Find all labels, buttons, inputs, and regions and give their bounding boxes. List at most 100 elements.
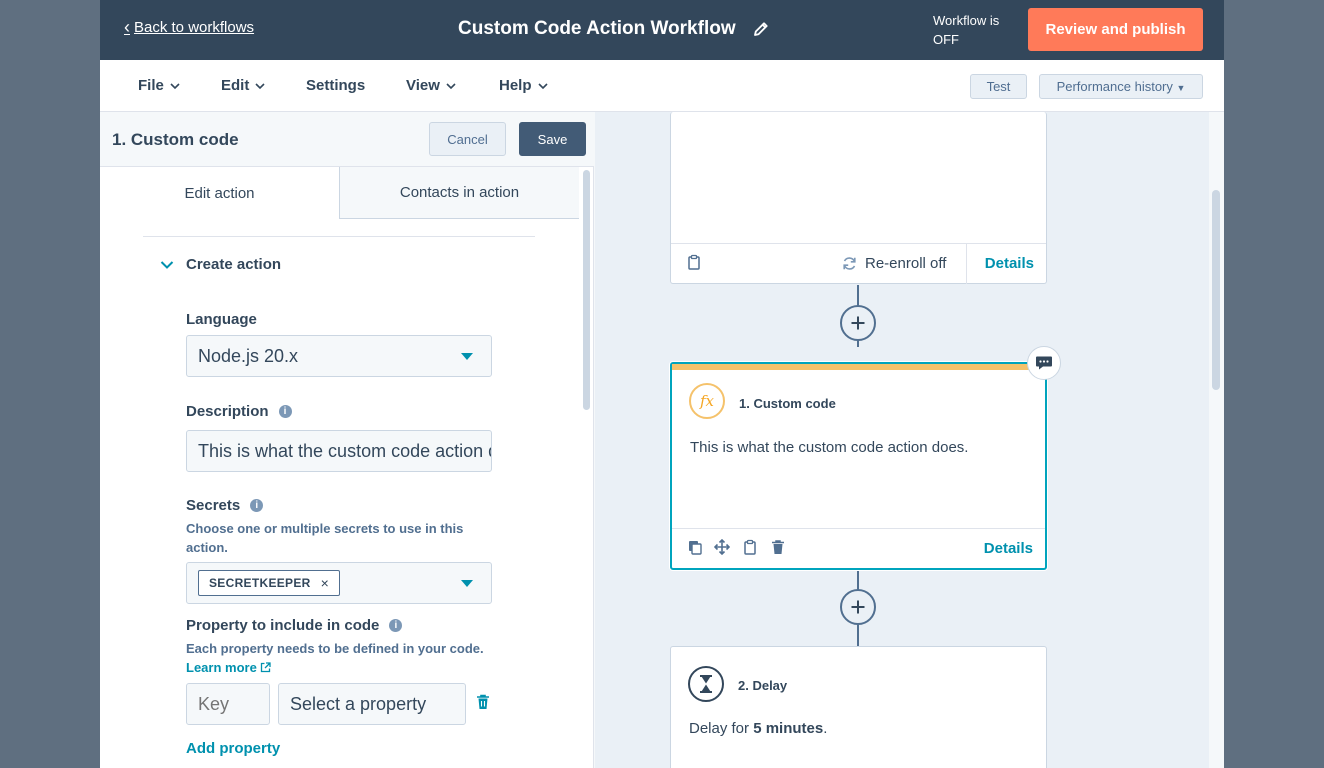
secret-tag-label: SECRETKEEPER	[209, 576, 311, 590]
panel-title: 1. Custom code	[112, 130, 239, 149]
action-edit-panel: 1. Custom code Cancel Save Edit action C…	[100, 112, 594, 768]
top-header: ‹ Back to workflows Custom Code Action W…	[100, 0, 1224, 60]
workflow-title-text: Custom Code Action Workflow	[458, 18, 736, 39]
caret-down-icon: ▼	[1176, 83, 1186, 93]
performance-history-button[interactable]: Performance history ▼	[1039, 74, 1203, 99]
back-label: Back to workflows	[134, 18, 255, 36]
cancel-button[interactable]: Cancel	[429, 122, 506, 156]
custom-code-action-card[interactable]: fx 1. Custom code This is what the custo…	[670, 362, 1047, 570]
reenroll-label: Re-enroll off	[865, 255, 947, 272]
canvas-scrollbar-thumb[interactable]	[1212, 190, 1220, 390]
property-select-placeholder: Select a property	[290, 693, 427, 714]
trash-icon[interactable]	[476, 694, 490, 710]
secrets-label-text: Secrets	[186, 497, 241, 514]
dropdown-arrow-icon	[461, 353, 473, 360]
description-input[interactable]	[198, 440, 491, 462]
custom-code-details-link[interactable]: Details	[984, 540, 1033, 557]
panel-scrollbar-thumb[interactable]	[583, 170, 590, 410]
language-value: Node.js 20.x	[198, 345, 299, 366]
menu-file[interactable]: File	[138, 77, 180, 94]
info-icon[interactable]: i	[250, 499, 264, 512]
language-label: Language	[186, 311, 257, 328]
tab-edit-action-label: Edit action	[184, 184, 255, 202]
footer-divider	[966, 244, 967, 284]
create-action-section-toggle[interactable]: Create action	[160, 256, 281, 273]
property-select[interactable]: Select a property	[278, 683, 466, 725]
comment-button[interactable]	[1027, 346, 1061, 380]
test-button[interactable]: Test	[970, 74, 1027, 99]
delay-description: Delay for 5 minutes.	[689, 720, 827, 737]
learn-more-link[interactable]: Learn more	[186, 660, 272, 675]
custom-code-title: 1. Custom code	[739, 396, 836, 411]
description-field[interactable]	[186, 430, 492, 472]
workflow-editor: ‹ Back to workflows Custom Code Action W…	[100, 0, 1224, 768]
status-line-1: Workflow is	[933, 13, 1000, 28]
add-action-button[interactable]	[840, 305, 876, 341]
tab-contacts-in-action[interactable]: Contacts in action	[339, 167, 579, 219]
external-link-icon	[261, 662, 272, 673]
card-accent-bar	[672, 364, 1045, 370]
delay-suffix: .	[823, 720, 828, 737]
enrollment-trigger-card[interactable]: Re-enroll off Details	[670, 112, 1047, 284]
plus-icon	[851, 600, 865, 614]
status-line-2: OFF	[933, 32, 959, 47]
workflow-status: Workflow is OFF	[933, 11, 1013, 49]
secrets-help-text: Choose one or multiple secrets to use in…	[186, 521, 464, 555]
menu-help-label: Help	[499, 77, 532, 94]
trash-icon[interactable]	[770, 539, 786, 555]
add-property-link[interactable]: Add property	[186, 740, 280, 757]
chevron-left-icon: ‹	[124, 17, 130, 37]
plus-icon	[851, 316, 865, 330]
tab-edit-action[interactable]: Edit action	[100, 167, 339, 219]
trigger-details-link[interactable]: Details	[985, 255, 1034, 272]
info-icon[interactable]: i	[278, 405, 292, 418]
review-and-publish-button[interactable]: Review and publish	[1028, 8, 1203, 51]
custom-code-card-footer: Details	[672, 528, 1045, 568]
secrets-multiselect[interactable]: SECRETKEEPER ×	[186, 562, 492, 604]
chevron-down-icon	[537, 82, 548, 89]
menu-view[interactable]: View	[406, 77, 456, 94]
property-key-field[interactable]	[186, 683, 270, 725]
delay-action-card[interactable]: 2. Delay Delay for 5 minutes.	[670, 646, 1047, 768]
chevron-down-icon	[255, 82, 265, 89]
menu-settings[interactable]: Settings	[306, 77, 365, 94]
hourglass-icon	[688, 666, 724, 702]
description-label-text: Description	[186, 403, 269, 420]
property-key-input[interactable]	[198, 693, 269, 715]
save-button[interactable]: Save	[519, 122, 586, 156]
dropdown-arrow-icon	[461, 580, 473, 587]
delay-title: 2. Delay	[738, 678, 788, 693]
menu-bar: File Edit Settings View Help Test Perfor…	[100, 60, 1224, 112]
chevron-down-icon	[170, 82, 180, 89]
language-label-text: Language	[186, 311, 257, 328]
secrets-label: Secrets i	[186, 497, 264, 514]
pencil-icon[interactable]	[752, 20, 770, 38]
chevron-down-icon	[446, 82, 456, 89]
menu-edit-label: Edit	[221, 77, 250, 94]
clipboard-icon[interactable]	[742, 539, 758, 555]
workflow-title: Custom Code Action Workflow	[458, 18, 770, 40]
refresh-icon	[843, 257, 856, 270]
function-icon: fx	[689, 383, 725, 419]
property-label-text: Property to include in code	[186, 617, 380, 634]
move-icon[interactable]	[714, 539, 730, 555]
back-to-workflows-link[interactable]: ‹ Back to workflows	[124, 18, 254, 36]
menu-view-label: View	[406, 77, 440, 94]
delay-duration: 5 minutes	[753, 720, 824, 737]
trigger-card-footer: Re-enroll off Details	[671, 243, 1046, 284]
comment-icon	[1036, 356, 1052, 370]
divider	[143, 236, 535, 237]
menu-file-label: File	[138, 77, 164, 94]
menu-help[interactable]: Help	[499, 77, 548, 94]
chevron-down-icon	[160, 260, 174, 269]
language-select[interactable]: Node.js 20.x	[186, 335, 492, 377]
remove-tag-icon[interactable]: ×	[321, 575, 329, 591]
menu-edit[interactable]: Edit	[221, 77, 265, 94]
clipboard-icon[interactable]	[686, 254, 702, 270]
tab-contacts-label: Contacts in action	[399, 184, 520, 201]
info-icon[interactable]: i	[389, 619, 403, 632]
workflow-canvas[interactable]: Re-enroll off Details fx 1. Custom code …	[595, 112, 1224, 768]
secret-tag: SECRETKEEPER ×	[198, 570, 341, 596]
add-action-button[interactable]	[840, 589, 876, 625]
copy-icon[interactable]	[687, 539, 703, 555]
